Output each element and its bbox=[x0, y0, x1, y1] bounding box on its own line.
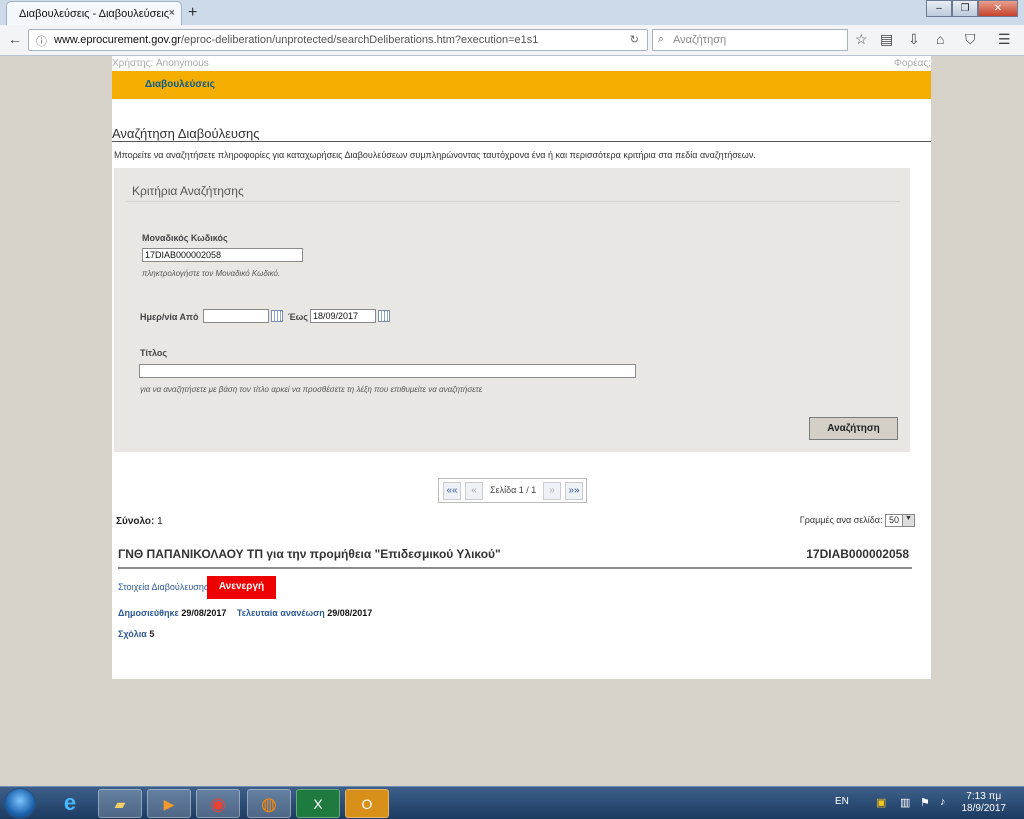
date-from-input[interactable] bbox=[203, 309, 269, 323]
rows-per-page: Γραμμές ανα σελίδα: 50 ▼ bbox=[800, 514, 915, 527]
url-domain: www.eprocurement.gov.gr bbox=[54, 34, 181, 46]
search-placeholder: Αναζήτηση bbox=[673, 34, 727, 46]
divider bbox=[118, 567, 912, 569]
details-link[interactable]: Στοιχεία Διαβούλευσης bbox=[118, 582, 208, 592]
chrome-icon[interactable]: ◉ bbox=[196, 789, 240, 818]
search-button[interactable]: Αναζήτηση bbox=[809, 417, 898, 440]
code-hint: πληκτρολογήστε τον Μοναδικό Κωδικό. bbox=[142, 269, 281, 278]
pagination: «« « Σελίδα 1 / 1 » »» bbox=[438, 478, 587, 503]
updated-label: Τελευταία ανανέωση bbox=[236, 608, 325, 618]
rows-per-page-select[interactable]: 50 ▼ bbox=[885, 514, 915, 527]
close-tab-icon[interactable]: × bbox=[169, 7, 175, 19]
date-from-label: Ημερ/νία Από bbox=[140, 312, 199, 322]
next-page-button[interactable]: » bbox=[543, 482, 561, 500]
updated-value: 29/08/2017 bbox=[327, 608, 373, 618]
intro-text: Μπορείτε να αναζητήσετε πληροφορίες για … bbox=[114, 150, 756, 160]
notification-icon[interactable]: ▣ bbox=[876, 796, 886, 809]
internet-explorer-icon[interactable]: e bbox=[48, 789, 92, 818]
comments-label: Σχόλια bbox=[118, 629, 147, 639]
info-icon[interactable]: ⓘ bbox=[36, 33, 47, 49]
user-label: Χρήστης: Anonymous bbox=[112, 58, 209, 69]
total-value: 1 bbox=[157, 516, 163, 527]
title-input[interactable] bbox=[139, 364, 636, 378]
firefox-icon[interactable]: ◍ bbox=[247, 789, 291, 818]
volume-icon[interactable]: ♪ bbox=[940, 796, 946, 808]
language-indicator[interactable]: EN bbox=[835, 796, 849, 807]
calendar-icon[interactable] bbox=[378, 310, 390, 322]
results-total: Σύνολο: 1 bbox=[116, 516, 163, 527]
chevron-down-icon: ▼ bbox=[902, 515, 914, 526]
pocket-icon[interactable]: ⛉ bbox=[965, 31, 976, 48]
title-label: Τίτλος bbox=[140, 348, 168, 358]
navigation-bar: ← ⓘ www.eprocurement.gov.gr/eproc-delibe… bbox=[0, 25, 1024, 56]
outlook-icon[interactable]: O bbox=[345, 789, 389, 818]
bookmark-star-icon[interactable]: ☆ bbox=[855, 31, 868, 48]
clock-time: 7:13 πμ bbox=[966, 791, 1002, 802]
download-icon[interactable]: ⇩ bbox=[908, 31, 920, 48]
file-explorer-icon[interactable]: ▰ bbox=[98, 789, 142, 818]
rows-label: Γραμμές ανα σελίδα: bbox=[799, 514, 883, 525]
prev-page-button[interactable]: « bbox=[465, 482, 483, 500]
reload-icon[interactable]: ↻ bbox=[630, 33, 639, 46]
org-label: Φορέας: bbox=[893, 58, 931, 69]
code-input[interactable]: 17DIAB000002058 bbox=[142, 248, 303, 262]
new-tab-icon[interactable]: + bbox=[188, 4, 197, 22]
window-controls: – ❐ ✕ bbox=[926, 0, 1018, 17]
result-title[interactable]: ΓΝΘ ΠΑΠΑΝΙΚΟΛΑΟΥ ΤΠ για την προμήθεια "Ε… bbox=[118, 547, 501, 561]
browser-search-input[interactable]: ⌕ Αναζήτηση bbox=[652, 29, 848, 51]
page-label: Σελίδα 1 / 1 bbox=[490, 485, 537, 495]
publication-info: Δημοσιεύθηκε 29/08/2017 Τελευταία ανανέω… bbox=[118, 608, 380, 618]
search-criteria-panel: Κριτήρια Αναζήτησης Μοναδικός Κωδικός 17… bbox=[114, 168, 910, 452]
browser-tab[interactable]: Διαβουλεύσεις - Διαβουλεύσεις × bbox=[6, 1, 182, 25]
rows-value: 50 bbox=[889, 515, 900, 525]
search-icon: ⌕ bbox=[658, 33, 665, 45]
page-content: Χρήστης: Anonymous Φορέας: Διαβουλεύσεις… bbox=[112, 56, 931, 679]
start-button[interactable] bbox=[4, 788, 36, 819]
browser-chrome: Διαβουλεύσεις - Διαβουλεύσεις × + – ❐ ✕ … bbox=[0, 0, 1024, 56]
minimize-icon[interactable]: – bbox=[926, 0, 952, 17]
date-to-label: Έως bbox=[288, 312, 308, 322]
comments-value: 5 bbox=[149, 629, 155, 639]
calendar-icon[interactable] bbox=[271, 310, 283, 322]
result-code: 17DIAB000002058 bbox=[806, 547, 909, 561]
clock-date: 18/9/2017 bbox=[961, 803, 1007, 814]
date-to-input[interactable]: 18/09/2017 bbox=[310, 309, 376, 323]
system-clock[interactable]: 7:13 πμ 18/9/2017 bbox=[962, 791, 1007, 815]
reading-list-icon[interactable]: ▤ bbox=[880, 31, 893, 48]
published-label: Δημοσιεύθηκε bbox=[118, 608, 179, 618]
divider bbox=[126, 201, 900, 202]
back-icon[interactable]: ← bbox=[8, 31, 22, 47]
tab-title: Διαβουλεύσεις - Διαβουλεύσεις bbox=[19, 8, 170, 20]
panel-title: Κριτήρια Αναζήτησης bbox=[132, 184, 244, 198]
maximize-icon[interactable]: ❐ bbox=[952, 0, 978, 17]
address-bar[interactable]: ⓘ www.eprocurement.gov.gr/eproc-delibera… bbox=[28, 29, 648, 51]
action-center-icon[interactable]: ⚑ bbox=[920, 796, 930, 809]
status-badge: Ανενεργή bbox=[207, 576, 276, 599]
published-value: 29/08/2017 bbox=[181, 608, 227, 618]
url-path: /eproc-deliberation/unprotected/searchDe… bbox=[180, 34, 539, 46]
main-menu: Διαβουλεύσεις bbox=[112, 71, 931, 99]
total-label: Σύνολο: bbox=[116, 516, 155, 527]
page-title: Αναζήτηση Διαβούλευσης bbox=[112, 126, 931, 142]
last-page-button[interactable]: »» bbox=[565, 482, 583, 500]
network-icon[interactable]: ▥ bbox=[900, 796, 910, 809]
menu-icon[interactable]: ☰ bbox=[998, 31, 1011, 48]
first-page-button[interactable]: «« bbox=[443, 482, 461, 500]
excel-icon[interactable]: X bbox=[296, 789, 340, 818]
code-label: Μοναδικός Κωδικός bbox=[142, 233, 228, 243]
close-window-icon[interactable]: ✕ bbox=[978, 0, 1018, 17]
title-hint: για να αναζητήσετε με βάση τον τίτλο αρκ… bbox=[140, 385, 483, 394]
taskbar: e ▰ ▶ ◉ ◍ X O EN ▣ ▥ ⚑ ♪ 7:13 πμ 18/9/20… bbox=[0, 786, 1024, 819]
menu-item-deliberations[interactable]: Διαβουλεύσεις bbox=[145, 79, 215, 90]
media-player-icon[interactable]: ▶ bbox=[147, 789, 191, 818]
home-icon[interactable]: ⌂ bbox=[936, 31, 944, 47]
comments-info: Σχόλια 5 bbox=[118, 629, 154, 639]
